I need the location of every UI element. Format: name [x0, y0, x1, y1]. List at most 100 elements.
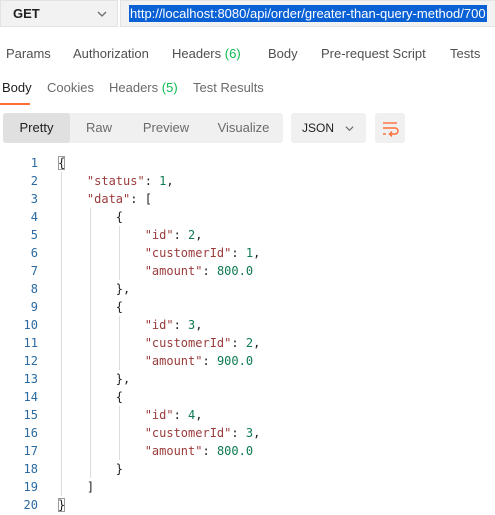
json-value: 800.0 — [216, 444, 254, 458]
language-select[interactable]: JSON — [291, 113, 366, 143]
request-tabs: Params Authorization Headers (6) Body Pr… — [0, 46, 495, 68]
code-text: }, — [116, 280, 130, 298]
line-number: 8 — [30, 282, 38, 296]
url-input[interactable]: http://localhost:8080/api/order/greater-… — [120, 0, 495, 27]
code-line: 17 "amount": 800.0 — [0, 442, 495, 460]
line-number: 18 — [23, 462, 38, 476]
json-punctuation: { — [115, 210, 124, 224]
line-number: 15 — [23, 408, 38, 422]
tab-test-results[interactable]: Test Results — [193, 80, 264, 95]
code-text: "id": 2, — [145, 226, 203, 244]
tab-pre-request-script[interactable]: Pre-request Script — [321, 46, 426, 61]
code-line: 6 "customerId": 1, — [0, 244, 495, 262]
active-tab-indicator — [0, 103, 30, 105]
json-punctuation: ] — [86, 480, 95, 494]
code-line: 3 "data": [ — [0, 190, 495, 208]
line-number: 9 — [30, 300, 38, 314]
json-value: 2 — [245, 336, 254, 350]
json-punctuation: } — [115, 462, 124, 476]
code-text: } — [58, 496, 66, 514]
json-punctuation: : — [173, 318, 189, 332]
json-punctuation: : — [231, 426, 246, 440]
code-text: "customerId": 1, — [145, 244, 261, 262]
line-number: 14 — [23, 390, 38, 404]
line-number: 1 — [30, 156, 38, 170]
json-value: 900.0 — [216, 354, 254, 368]
response-tabs: Body Cookies Headers (5) Test Results — [0, 80, 495, 106]
code-line: 5 "id": 2, — [0, 226, 495, 244]
json-punctuation: , — [253, 336, 261, 350]
code-line: 19] — [0, 478, 495, 496]
method-label: GET — [13, 6, 40, 21]
code-text: { — [116, 388, 123, 406]
indent-guide — [118, 226, 120, 280]
line-number: 2 — [30, 174, 38, 188]
json-punctuation: { — [58, 156, 66, 170]
code-text: ] — [87, 478, 94, 496]
tab-response-body[interactable]: Body — [2, 80, 32, 95]
line-number: 6 — [30, 246, 38, 260]
code-line: 14 { — [0, 388, 495, 406]
code-line: 20} — [0, 496, 495, 514]
tab-response-headers[interactable]: Headers (5) — [109, 80, 178, 95]
code-text: "id": 4, — [145, 406, 203, 424]
json-punctuation: : — [231, 246, 246, 260]
json-key: "amount" — [144, 264, 203, 278]
code-line: 2 "status": 1, — [0, 172, 495, 190]
tab-params[interactable]: Params — [6, 46, 51, 61]
tab-cookies[interactable]: Cookies — [47, 80, 94, 95]
json-punctuation: }, — [115, 282, 131, 296]
json-punctuation: , — [253, 426, 261, 440]
wrap-lines-button[interactable] — [375, 113, 405, 143]
line-number: 10 — [23, 318, 38, 332]
chevron-down-icon — [345, 126, 354, 132]
raw-button[interactable]: Raw — [70, 113, 128, 143]
language-label: JSON — [302, 121, 335, 135]
code-text: "amount": 900.0 — [145, 352, 253, 370]
line-number: 19 — [23, 480, 38, 494]
visualize-button[interactable]: Visualize — [204, 113, 283, 143]
code-line: 7 "amount": 800.0 — [0, 262, 495, 280]
json-key: "customerId" — [144, 336, 232, 350]
code-line: 4{ — [0, 208, 495, 226]
code-line: 1{ — [0, 154, 495, 172]
code-text: { — [116, 298, 123, 316]
preview-button[interactable]: Preview — [128, 113, 204, 143]
json-punctuation: , — [166, 174, 174, 188]
json-punctuation: : — [231, 336, 246, 350]
json-punctuation: , — [195, 318, 203, 332]
line-number: 12 — [23, 354, 38, 368]
code-text: { — [116, 208, 123, 226]
tab-tests[interactable]: Tests — [450, 46, 480, 61]
method-select[interactable]: GET — [0, 0, 118, 27]
headers-count: (6) — [224, 46, 241, 61]
tab-headers[interactable]: Headers (6) — [172, 46, 241, 61]
format-toggle: Pretty Raw Preview Visualize — [3, 113, 283, 143]
indent-guide — [118, 406, 120, 460]
code-line: 8}, — [0, 280, 495, 298]
code-line: 11 "customerId": 2, — [0, 334, 495, 352]
tab-body[interactable]: Body — [268, 46, 298, 61]
json-value: 800.0 — [216, 264, 254, 278]
json-key: "data" — [86, 192, 131, 206]
json-value: 1 — [245, 246, 254, 260]
json-punctuation: { — [115, 390, 124, 404]
json-punctuation: , — [195, 228, 203, 242]
code-text: }, — [116, 370, 130, 388]
json-key: "amount" — [144, 354, 203, 368]
tab-authorization[interactable]: Authorization — [73, 46, 149, 61]
code-text: "customerId": 3, — [145, 424, 261, 442]
code-text: "customerId": 2, — [145, 334, 261, 352]
line-number: 5 — [30, 228, 38, 242]
code-line: 12 "amount": 900.0 — [0, 352, 495, 370]
indent-guide — [61, 172, 62, 496]
json-punctuation: } — [58, 498, 66, 512]
json-punctuation: : [ — [130, 192, 152, 206]
pretty-button[interactable]: Pretty — [3, 113, 70, 143]
json-key: "status" — [86, 174, 145, 188]
line-number: 17 — [23, 444, 38, 458]
line-number: 20 — [23, 498, 38, 512]
json-punctuation: { — [115, 300, 124, 314]
chevron-down-icon — [97, 11, 107, 17]
json-punctuation: : — [202, 444, 217, 458]
